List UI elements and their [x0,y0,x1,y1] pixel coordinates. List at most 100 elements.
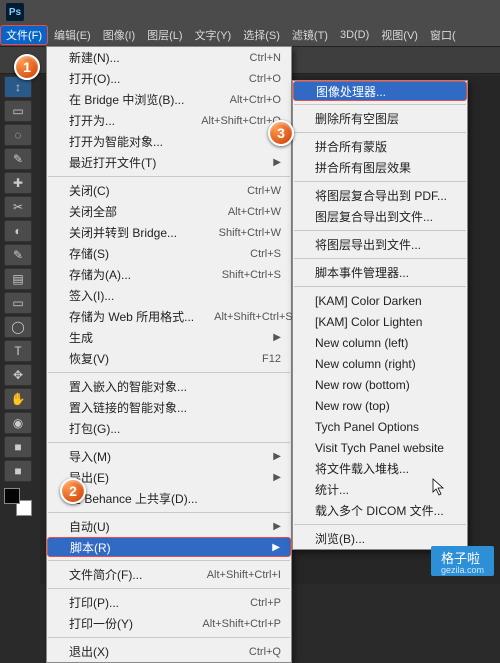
file-item-1[interactable]: 打开(O)...Ctrl+O [47,68,291,89]
file-item-label: 打开为智能对象... [69,133,163,150]
foreground-swatch[interactable] [4,488,20,504]
file-item-3[interactable]: 打开为...Alt+Shift+Ctrl+O [47,110,291,131]
file-item-label: 关闭全部 [69,203,117,220]
script-item-12[interactable]: 脚本事件管理器... [293,262,467,283]
tool-11[interactable]: T [4,340,32,362]
shortcut: Alt+Shift+Ctrl+I [207,569,281,581]
tool-12[interactable]: ✥ [4,364,32,386]
file-item-8[interactable]: 关闭全部Alt+Ctrl+W [47,201,291,222]
script-item-4[interactable]: 拼合所有蒙版 [293,136,467,157]
menu-2[interactable]: 图像(I) [97,24,141,46]
menu-9[interactable]: 窗口( [424,24,462,46]
submenu-arrow-icon: ▶ [272,542,280,553]
menu-bar[interactable]: 文件(F)编辑(E)图像(I)图层(L)文字(Y)选择(S)滤镜(T)3D(D)… [0,24,500,46]
title-bar: Ps [0,0,500,24]
file-item-13[interactable]: 存储为 Web 所用格式...Alt+Shift+Ctrl+S [47,306,291,327]
script-item-5[interactable]: 拼合所有图层效果 [293,157,467,178]
tool-8[interactable]: ▤ [4,268,32,290]
tool-4[interactable]: ✚ [4,172,32,194]
file-item-33[interactable]: 退出(X)Ctrl+Q [47,641,291,662]
file-item-21[interactable]: 导入(M) ▶ [47,446,291,467]
mouse-cursor-icon [432,478,446,496]
tool-3[interactable]: ✎ [4,148,32,170]
file-item-label: 存储为(A)... [69,266,131,283]
menu-3[interactable]: 图层(L) [141,24,188,46]
file-item-label: 签入(I)... [69,287,114,304]
file-item-7[interactable]: 关闭(C)Ctrl+W [47,180,291,201]
file-item-31[interactable]: 打印一份(Y)Alt+Shift+Ctrl+P [47,613,291,634]
submenu-arrow-icon: ▶ [273,472,281,483]
script-item-21[interactable]: Visit Tych Panel website [293,437,467,458]
tool-15[interactable]: ■ [4,436,32,458]
tool-16[interactable]: ■ [4,460,32,482]
menu-4[interactable]: 文字(Y) [189,24,238,46]
tool-13[interactable]: ✋ [4,388,32,410]
tool-2[interactable]: ◌ [4,124,32,146]
tool-5[interactable]: ✂ [4,196,32,218]
script-item-22[interactable]: 将文件载入堆栈... [293,458,467,479]
file-item-28[interactable]: 文件简介(F)...Alt+Shift+Ctrl+I [47,564,291,585]
file-item-18[interactable]: 置入链接的智能对象... [47,397,291,418]
menu-6[interactable]: 滤镜(T) [286,24,334,46]
file-item-19[interactable]: 打包(G)... [47,418,291,439]
file-item-label: 最近打开文件(T) [69,154,156,171]
file-item-label: 导入(M) [69,448,111,465]
script-item-17[interactable]: New column (right) [293,353,467,374]
script-item-16[interactable]: New column (left) [293,332,467,353]
shortcut: Alt+Shift+Ctrl+O [201,115,281,127]
file-item-11[interactable]: 存储为(A)...Shift+Ctrl+S [47,264,291,285]
file-item-label: 退出(X) [69,643,109,660]
file-item-2[interactable]: 在 Bridge 中浏览(B)...Alt+Ctrl+O [47,89,291,110]
script-item-0[interactable]: 图像处理器... [293,81,467,101]
tool-1[interactable]: ▭ [4,100,32,122]
script-item-2[interactable]: 删除所有空图层 [293,108,467,129]
script-item-19[interactable]: New row (top) [293,395,467,416]
color-swatches[interactable] [4,488,32,516]
menu-1[interactable]: 编辑(E) [48,24,97,46]
file-item-0[interactable]: 新建(N)...Ctrl+N [47,47,291,68]
script-item-8[interactable]: 图层复合导出到文件... [293,206,467,227]
script-item-label: Tych Panel Options [315,420,419,434]
file-item-10[interactable]: 存储(S)Ctrl+S [47,243,291,264]
file-item-label: 关闭并转到 Bridge... [69,224,177,241]
script-item-15[interactable]: [KAM] Color Lighten [293,311,467,332]
file-item-5[interactable]: 最近打开文件(T)▶ [47,152,291,173]
file-item-label: 存储(S) [69,245,109,262]
app-logo: Ps [6,3,24,21]
menu-8[interactable]: 视图(V) [375,24,424,46]
script-item-10[interactable]: 将图层导出到文件... [293,234,467,255]
shortcut: Ctrl+O [249,73,281,85]
watermark-text: 格子啦 [441,551,480,566]
tool-6[interactable]: ◐ [4,220,32,242]
menu-0[interactable]: 文件(F) [0,25,48,45]
file-item-12[interactable]: 签入(I)... [47,285,291,306]
file-item-25[interactable]: 自动(U)▶ [47,516,291,537]
script-item-label: 将图层复合导出到 PDF... [315,187,447,204]
file-item-26[interactable]: 脚本(R)▶ [47,537,291,557]
file-item-9[interactable]: 关闭并转到 Bridge...Shift+Ctrl+W [47,222,291,243]
script-item-20[interactable]: Tych Panel Options [293,416,467,437]
script-item-label: 将图层导出到文件... [315,236,421,253]
shortcut: Alt+Shift+Ctrl+S [214,311,293,323]
menu-5[interactable]: 选择(S) [237,24,286,46]
file-item-label: 打印(P)... [69,594,119,611]
tool-10[interactable]: ◯ [4,316,32,338]
file-separator [48,560,290,561]
script-item-24[interactable]: 载入多个 DICOM 文件... [293,500,467,521]
script-item-18[interactable]: New row (bottom) [293,374,467,395]
file-item-14[interactable]: 生成▶ [47,327,291,348]
menu-7[interactable]: 3D(D) [334,26,375,44]
watermark: 格子啦 gezila.com [431,546,494,576]
submenu-arrow-icon: ▶ [273,451,281,462]
file-menu[interactable]: 新建(N)...Ctrl+N打开(O)...Ctrl+O在 Bridge 中浏览… [46,46,292,663]
script-item-14[interactable]: [KAM] Color Darken [293,290,467,311]
script-item-7[interactable]: 将图层复合导出到 PDF... [293,185,467,206]
file-item-17[interactable]: 置入嵌入的智能对象... [47,376,291,397]
submenu-arrow-icon: ▶ [273,332,281,343]
tool-9[interactable]: ▭ [4,292,32,314]
file-item-4[interactable]: 打开为智能对象... [47,131,291,152]
file-item-30[interactable]: 打印(P)...Ctrl+P [47,592,291,613]
tool-7[interactable]: ✎ [4,244,32,266]
file-item-15[interactable]: 恢复(V)F12 [47,348,291,369]
tool-14[interactable]: ◉ [4,412,32,434]
